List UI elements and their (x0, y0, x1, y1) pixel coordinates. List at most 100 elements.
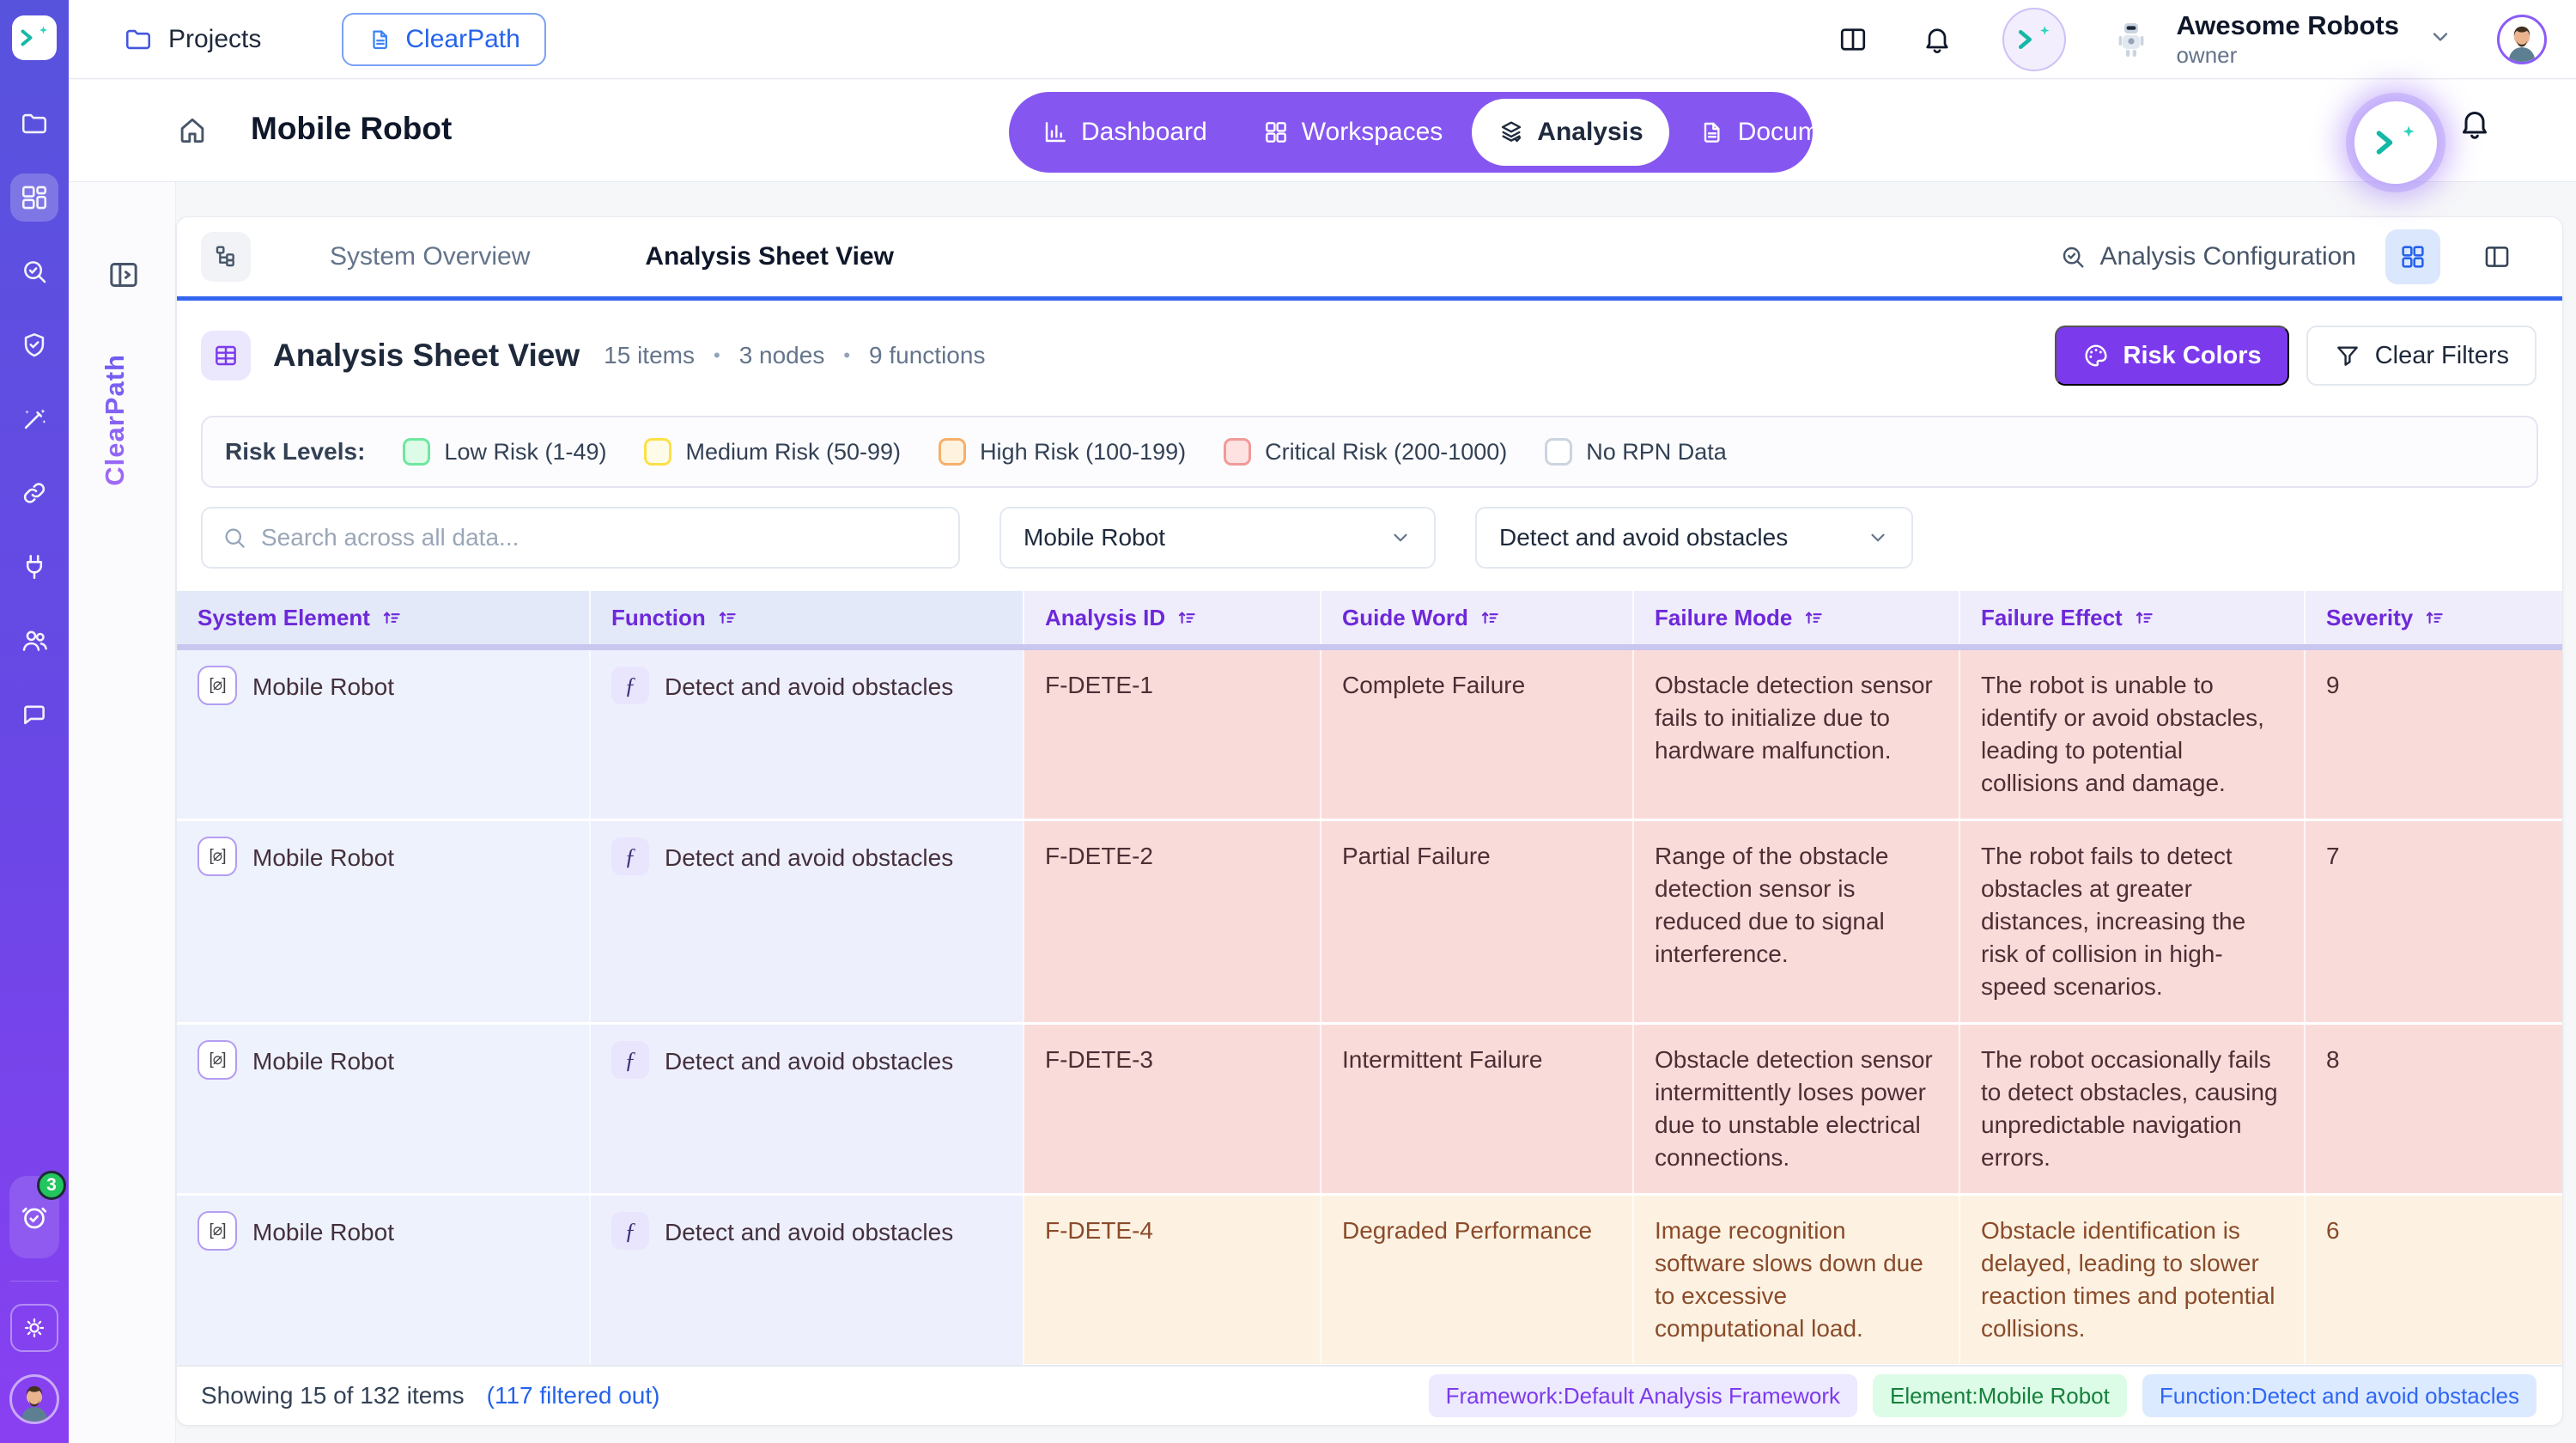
risk-level-label: Medium Risk (50-99) (685, 439, 901, 466)
plug-icon (20, 552, 49, 581)
risk-swatch (403, 438, 430, 466)
theme-toggle-button[interactable] (10, 1304, 58, 1352)
tab-system-overview[interactable]: System Overview (297, 242, 562, 271)
table-row[interactable]: [⌀] Mobile Robot ƒ Detect and avoid obst… (177, 650, 2562, 819)
search-input[interactable] (261, 524, 939, 551)
sheet-toolbar: Analysis Sheet View 15 items • 3 nodes •… (177, 301, 2562, 411)
filter-badge[interactable]: Element:Mobile Robot (1873, 1374, 2127, 1417)
table-row[interactable]: [⌀] Mobile Robot ƒ Detect and avoid obst… (177, 1022, 2562, 1193)
system-element-value: Mobile Robot (252, 840, 394, 874)
analysis-id-cell: F-DETE-1 (1023, 650, 1320, 819)
items-count: 15 items (604, 342, 695, 369)
floating-notifications-button[interactable] (2458, 107, 2492, 145)
panel-view-toggle[interactable] (2470, 229, 2524, 284)
analysis-id-cell: F-DETE-4 (1023, 1196, 1320, 1364)
element-badge-icon: [⌀] (197, 1211, 237, 1251)
table-row[interactable]: [⌀] Mobile Robot ƒ Detect and avoid obst… (177, 1193, 2562, 1364)
sidebar-item-team[interactable] (10, 617, 58, 665)
home-icon (176, 114, 209, 147)
sidebar-item-comments[interactable] (10, 691, 58, 739)
sparkle-logo-icon (19, 22, 50, 53)
column-header-function[interactable]: Function (589, 591, 1023, 644)
sidebar-item-compliance[interactable] (10, 321, 58, 369)
element-filter-select[interactable]: Mobile Robot (999, 507, 1436, 569)
nav-tab-workspaces[interactable]: Workspaces (1236, 99, 1469, 166)
user-avatar[interactable] (2497, 15, 2547, 64)
risk-colors-button[interactable]: Risk Colors (2055, 326, 2289, 386)
sheet-title: Analysis Sheet View (273, 338, 580, 374)
columns-icon (1838, 24, 1868, 55)
nodes-count: 3 nodes (739, 342, 825, 369)
sparkle-logo-icon (2373, 120, 2418, 165)
floating-ai-assistant-button[interactable] (2354, 101, 2437, 184)
magic-wand-icon (20, 405, 49, 434)
analysis-card: System Overview Analysis Sheet View Anal… (176, 216, 2563, 1426)
failure-effect-cell: The robot fails to detect obstacles at g… (1959, 821, 2304, 1022)
grid-icon (1262, 119, 1290, 146)
grid-view-icon (2398, 242, 2427, 271)
system-element-value: Mobile Robot (252, 1044, 394, 1078)
org-chevron-down-icon[interactable] (2428, 25, 2452, 53)
analysis-id-cell: F-DETE-2 (1023, 821, 1320, 1022)
notifications-button[interactable] (1922, 24, 1953, 55)
org-switcher[interactable]: Awesome Robots owner (2176, 9, 2399, 68)
function-filter-value: Detect and avoid obstacles (1499, 524, 1788, 551)
nav-tab-dashboard[interactable]: Dashboard (1016, 99, 1233, 166)
filter-badge[interactable]: Framework:Default Analysis Framework (1429, 1374, 1857, 1417)
column-header-analysis-id[interactable]: Analysis ID (1023, 591, 1320, 644)
tab-analysis-sheet-view[interactable]: Analysis Sheet View (612, 242, 927, 271)
analysis-configuration-button[interactable]: Analysis Configuration (2059, 242, 2357, 271)
column-header-guide-word[interactable]: Guide Word (1320, 591, 1632, 644)
shield-check-icon (20, 331, 49, 360)
function-filter-select[interactable]: Detect and avoid obstacles (1475, 507, 1913, 569)
element-badge-icon: [⌀] (197, 666, 237, 705)
nav-tab-analysis[interactable]: Analysis (1472, 99, 1668, 166)
document-icon (1698, 119, 1726, 146)
reminders-button[interactable]: 3 (9, 1176, 59, 1258)
sidebar-item-analysis-review[interactable] (10, 247, 58, 295)
ai-assistant-button[interactable] (2002, 8, 2066, 71)
column-header-system-element[interactable]: System Element (177, 591, 589, 644)
function-cell: ƒ Detect and avoid obstacles (589, 1025, 1023, 1193)
risk-level-item: Critical Risk (200-1000) (1224, 438, 1507, 466)
sidebar-item-projects[interactable] (10, 100, 58, 148)
filtered-out-link[interactable]: (117 filtered out) (487, 1382, 660, 1410)
sheet-icon-tile (201, 331, 251, 381)
clear-filters-button[interactable]: Clear Filters (2306, 326, 2537, 386)
column-header-failure-mode[interactable]: Failure Mode (1632, 591, 1959, 644)
grid-view-toggle[interactable] (2385, 229, 2440, 284)
element-badge-icon: [⌀] (197, 837, 237, 876)
expand-panel-button[interactable] (106, 258, 141, 296)
layout-columns-button[interactable] (1838, 24, 1868, 55)
app-logo[interactable] (12, 15, 57, 60)
app-sidebar: 3 (0, 0, 69, 1443)
dot-separator: • (843, 344, 850, 367)
table-row[interactable]: [⌀] Mobile Robot ƒ Detect and avoid obst… (177, 819, 2562, 1022)
projects-breadcrumb[interactable]: Projects (124, 25, 261, 54)
failure-mode-cell: Obstacle detection sensor fails to initi… (1632, 650, 1959, 819)
bar-chart-icon (1042, 119, 1069, 146)
filter-badge[interactable]: Function:Detect and avoid obstacles (2142, 1374, 2537, 1417)
severity-cell: 9 (2304, 650, 2562, 819)
home-button[interactable] (176, 114, 209, 151)
column-header-severity[interactable]: Severity (2304, 591, 2562, 644)
sidebar-item-workspaces[interactable] (10, 174, 58, 222)
sidebar-user-avatar[interactable] (9, 1374, 59, 1424)
sort-icon (1176, 606, 1198, 629)
sidebar-item-links[interactable] (10, 469, 58, 517)
risk-swatch (1545, 438, 1572, 466)
sidebar-item-integrations[interactable] (10, 543, 58, 591)
search-icon (222, 525, 247, 551)
functions-count: 9 functions (869, 342, 985, 369)
tree-view-button[interactable] (201, 232, 251, 282)
avatar-image (2500, 17, 2544, 62)
sidebar-item-ai-tools[interactable] (10, 395, 58, 443)
system-element-value: Mobile Robot (252, 1215, 394, 1249)
open-document-tab[interactable]: ClearPath (342, 13, 545, 66)
chevron-down-icon (1867, 527, 1889, 549)
org-role: owner (2176, 42, 2399, 69)
nav-tab-documents[interactable]: Documents (1673, 99, 1894, 166)
guide-word-cell: Intermittent Failure (1320, 1025, 1632, 1193)
column-header-failure-effect[interactable]: Failure Effect (1959, 591, 2304, 644)
org-name: Awesome Robots (2176, 9, 2399, 41)
